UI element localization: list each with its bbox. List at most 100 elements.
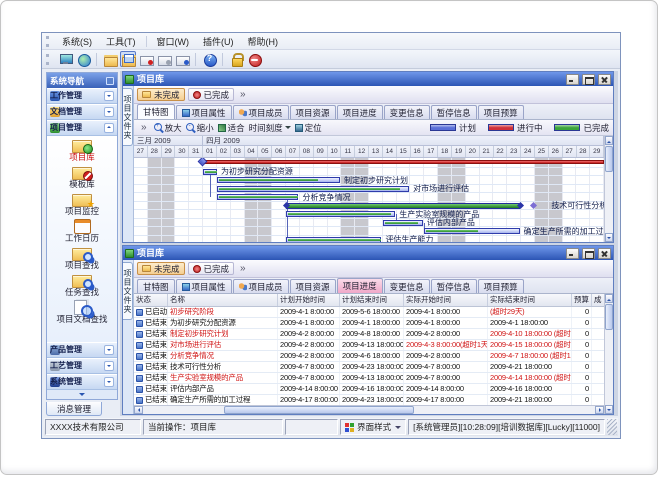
tab-project-folders[interactable]: 项目文件夹: [123, 262, 133, 320]
sidebar-scroll-down[interactable]: [47, 390, 117, 399]
chevron-down-icon[interactable]: [104, 361, 114, 371]
sidebar-item-template-library[interactable]: 模板库: [47, 164, 117, 191]
table-row[interactable]: 已结束分析竞争情况2009-4-2 8:00:002009-4-6 18:00:…: [134, 351, 604, 362]
gantt-bar-plan[interactable]: [286, 237, 381, 243]
gantt-bar-plan[interactable]: [286, 211, 395, 217]
zoom-in-button[interactable]: 放大: [154, 122, 182, 134]
lock-icon[interactable]: [228, 51, 244, 67]
mail-red-icon[interactable]: [138, 51, 154, 67]
sidebar-item-work-calendar[interactable]: 工作日历: [47, 218, 117, 245]
scroll-up-button[interactable]: [605, 136, 613, 145]
tab-project-budget[interactable]: 项目预算: [478, 279, 524, 293]
folder-window-icon[interactable]: [120, 51, 136, 67]
time-scale-button[interactable]: 时间刻度: [249, 122, 291, 134]
table-row[interactable]: 已结束确定生产所需的加工过程2009-4-17 8:00:002009-4-23…: [134, 395, 604, 405]
tab-project-properties[interactable]: 项目属性: [176, 279, 232, 293]
sidebar-group-system-management[interactable]: 系统管理: [47, 374, 117, 390]
window-titlebar[interactable]: 项目库: [123, 246, 613, 260]
scrollbar-track[interactable]: [143, 406, 595, 414]
menu-plugins[interactable]: 插件(U): [196, 34, 241, 49]
gantt-bar-plan[interactable]: [217, 186, 409, 192]
column-header[interactable]: 计划结束时间: [340, 294, 404, 306]
table-row[interactable]: 已结束为初步研究分配资源2009-4-1 8:00:002009-4-1 18:…: [134, 318, 604, 329]
column-header[interactable]: 计划开始时间: [278, 294, 340, 306]
gantt-more-button[interactable]: »: [138, 122, 150, 133]
chevron-up-icon[interactable]: [104, 123, 114, 133]
chevron-down-icon[interactable]: [104, 107, 114, 117]
zoom-out-button[interactable]: 缩小: [186, 122, 214, 134]
toolbar-grip[interactable]: [46, 54, 51, 65]
window-titlebar[interactable]: 项目库: [123, 72, 613, 86]
minimize-button[interactable]: [566, 74, 579, 85]
horizontal-scrollbar[interactable]: [134, 405, 604, 414]
sidebar-group-project-management[interactable]: 项目管理: [47, 120, 117, 136]
scrollbar-thumb[interactable]: [605, 146, 613, 172]
filter-unfinished-button[interactable]: 未完成: [137, 88, 185, 101]
chevron-down-icon[interactable]: [104, 377, 114, 387]
logout-icon[interactable]: [246, 51, 262, 67]
table-row[interactable]: 已结束生产实验室规模的产品2009-4-7 8:00:002009-4-13 1…: [134, 373, 604, 384]
sidebar-group-document-management[interactable]: 文档管理: [47, 104, 117, 120]
scroll-left-button[interactable]: [134, 406, 143, 414]
help-icon[interactable]: [201, 51, 217, 67]
tab-change-info[interactable]: 变更信息: [384, 105, 430, 119]
more-filters-button[interactable]: »: [237, 89, 249, 100]
sidebar-title-bar[interactable]: 系统导航: [47, 73, 117, 88]
vertical-scrollbar[interactable]: [604, 294, 613, 414]
column-header[interactable]: 预算: [572, 294, 592, 306]
gantt-bar-plan[interactable]: [217, 194, 299, 200]
minimize-button[interactable]: [566, 248, 579, 259]
tab-project-members[interactable]: 项目成员: [233, 105, 289, 119]
gantt-bar-plan[interactable]: [424, 228, 519, 234]
gantt-bar-plan[interactable]: [383, 220, 423, 226]
tab-message-management[interactable]: 消息管理: [46, 402, 102, 416]
close-button[interactable]: [598, 248, 611, 259]
table-row[interactable]: 已启动初步研究阶段2009-4-1 8:00:002009-5-6 18:00:…: [134, 307, 604, 318]
tab-project-properties[interactable]: 项目属性: [176, 105, 232, 119]
locate-button[interactable]: 定位: [295, 122, 322, 134]
gantt-bar-plan[interactable]: [217, 177, 340, 183]
filter-unfinished-button[interactable]: 未完成: [137, 262, 185, 275]
tab-pause-info[interactable]: 暂停信息: [431, 105, 477, 119]
scroll-up-button[interactable]: [605, 294, 613, 303]
globe-icon[interactable]: [75, 51, 91, 67]
monitor-icon[interactable]: [57, 51, 73, 67]
mail-gray-icon[interactable]: [156, 51, 172, 67]
tab-project-progress[interactable]: 项目进度: [337, 278, 383, 293]
fit-button[interactable]: 适合: [218, 122, 245, 134]
mail-blue-icon[interactable]: [174, 51, 190, 67]
gantt-bar-plan[interactable]: [203, 169, 217, 175]
column-header[interactable]: 实际开始时间: [404, 294, 488, 306]
vertical-scrollbar[interactable]: [604, 136, 613, 242]
filter-finished-button[interactable]: 已完成: [188, 88, 235, 101]
scrollbar-track[interactable]: [605, 331, 613, 405]
menu-tools[interactable]: 工具(T): [99, 34, 143, 49]
tab-project-progress[interactable]: 项目进度: [337, 105, 383, 119]
menubar-grip[interactable]: [46, 36, 51, 47]
more-filters-button[interactable]: »: [237, 263, 249, 274]
tab-pause-info[interactable]: 暂停信息: [431, 279, 477, 293]
table-row[interactable]: 已结束评估内部产品2009-4-14 8:00:002009-4-16 18:0…: [134, 384, 604, 395]
scrollbar-thumb[interactable]: [605, 304, 613, 330]
tab-gantt-chart[interactable]: 甘特图: [137, 279, 175, 293]
restore-button[interactable]: [582, 74, 595, 85]
column-header[interactable]: 实际结束时间: [488, 294, 572, 306]
scrollbar-thumb[interactable]: [224, 406, 414, 414]
scrollbar-track[interactable]: [605, 173, 613, 233]
menu-system[interactable]: 系统(S): [55, 34, 99, 49]
column-header[interactable]: 状态: [134, 294, 168, 306]
gantt-bar-summary[interactable]: [286, 203, 520, 209]
table-row[interactable]: 已结束制定初步研究计划2009-4-2 8:00:002009-4-8 18:0…: [134, 329, 604, 340]
sidebar-item-task-search[interactable]: 任务查找: [47, 272, 117, 299]
scroll-down-button[interactable]: [605, 233, 613, 242]
column-header[interactable]: 名称: [168, 294, 278, 306]
resize-grip[interactable]: [607, 419, 617, 435]
restore-button[interactable]: [582, 248, 595, 259]
pin-icon[interactable]: [106, 77, 114, 85]
gantt-bar-inprogress[interactable]: [203, 160, 604, 164]
close-button[interactable]: [598, 74, 611, 85]
tab-project-resources[interactable]: 项目资源: [290, 279, 336, 293]
scroll-down-button[interactable]: [605, 405, 613, 414]
filter-finished-button[interactable]: 已完成: [188, 262, 235, 275]
chevron-down-icon[interactable]: [104, 91, 114, 101]
